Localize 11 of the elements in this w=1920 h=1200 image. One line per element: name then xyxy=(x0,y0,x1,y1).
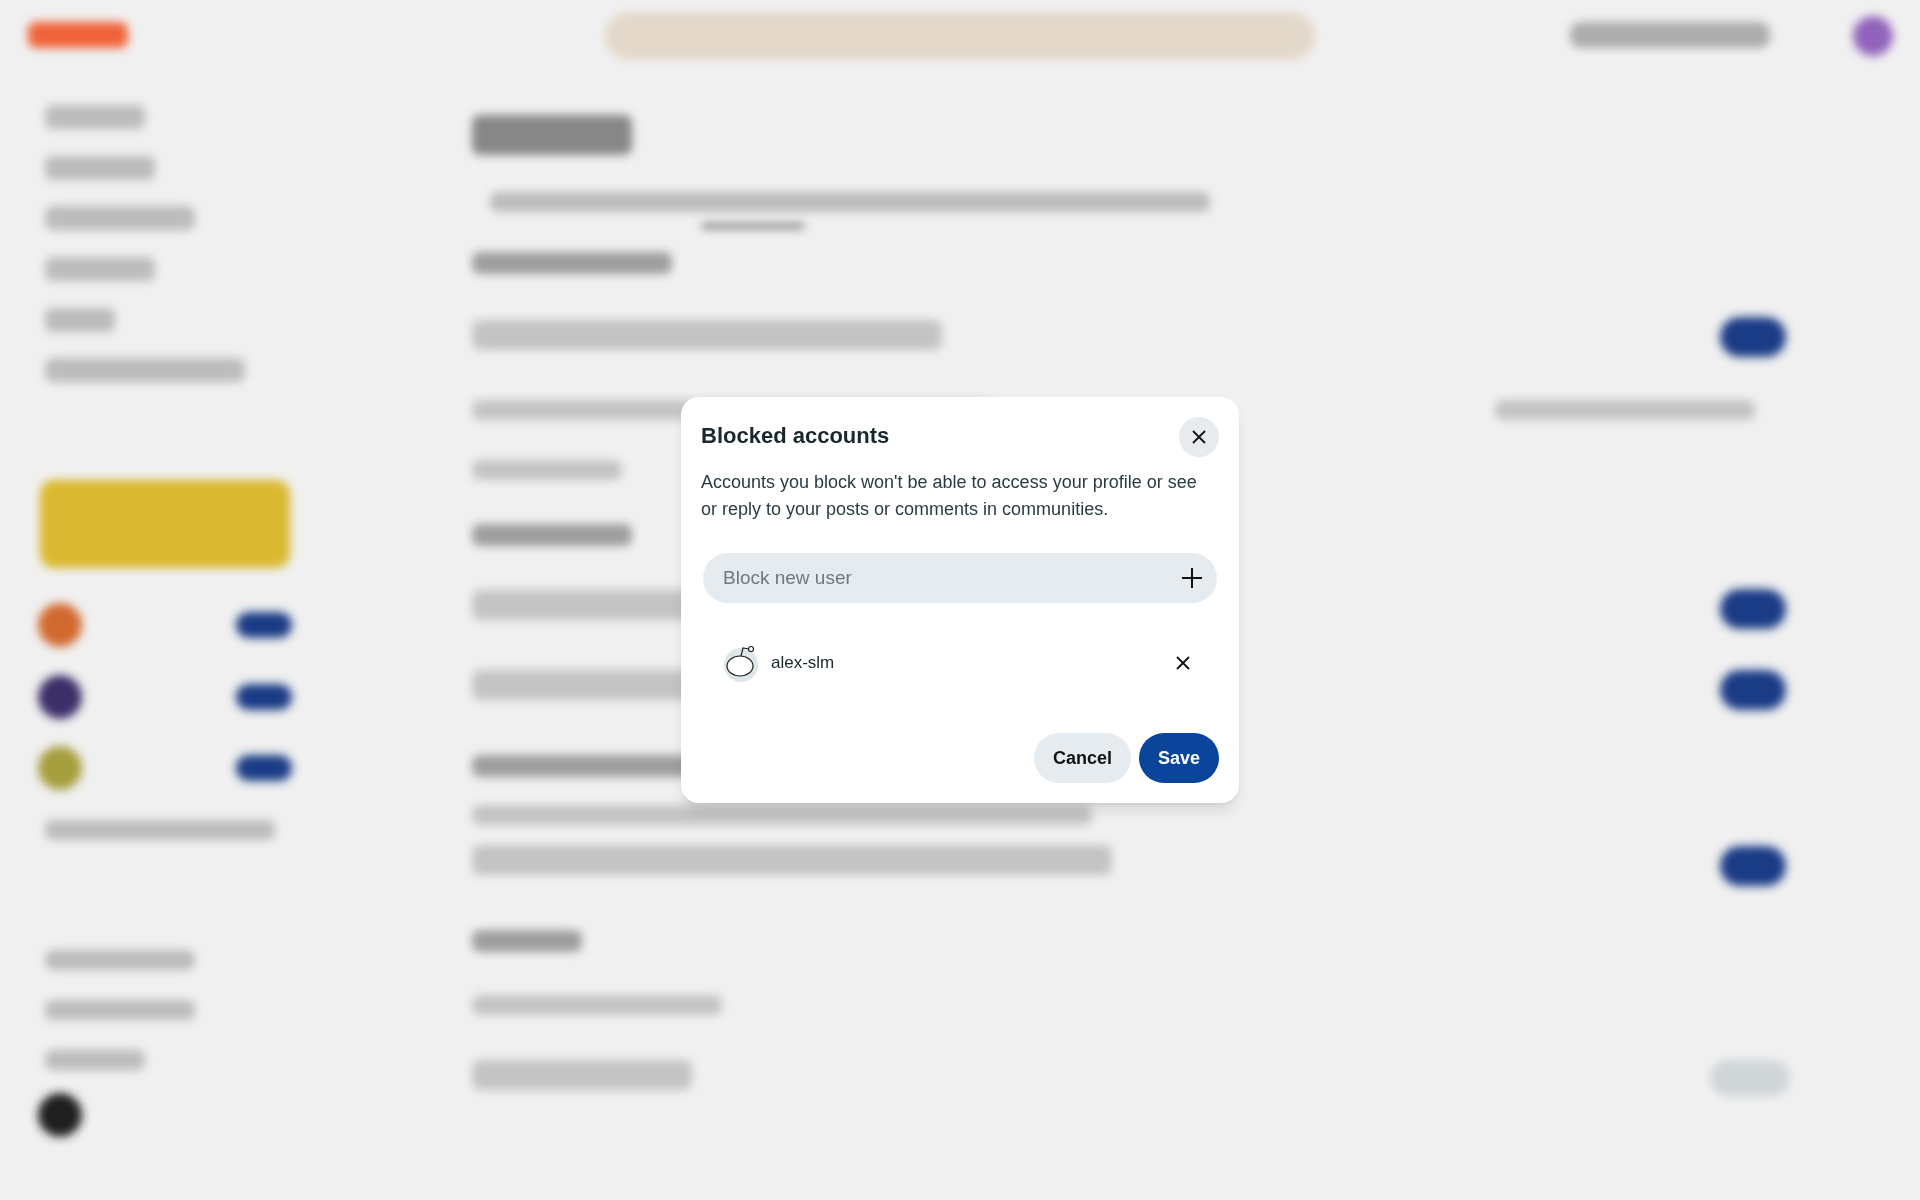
close-button[interactable] xyxy=(1179,417,1219,457)
dialog-title: Blocked accounts xyxy=(701,422,890,450)
block-user-field[interactable]: Block new user xyxy=(703,553,1217,603)
avatar-icon xyxy=(721,643,761,683)
save-button[interactable]: Save xyxy=(1138,733,1219,783)
dialog-description: Accounts you block won't be able to access your profile or see or reply to your posts or comments in communities. xyxy=(701,471,1198,521)
cancel-button[interactable]: Cancel xyxy=(1033,733,1131,783)
close-icon xyxy=(1191,429,1207,445)
plus-icon[interactable] xyxy=(1181,567,1203,589)
close-icon xyxy=(1175,655,1191,671)
username: alex-slm xyxy=(771,652,836,675)
